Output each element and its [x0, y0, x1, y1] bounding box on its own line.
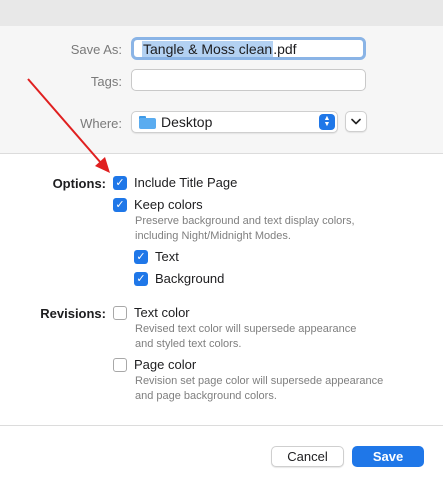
background-option[interactable]: ✓ Background [134, 271, 224, 286]
text-color-option[interactable]: Text color [113, 305, 190, 320]
page-color-checkbox[interactable] [113, 357, 127, 372]
include-title-page-option[interactable]: ✓ Include Title Page [113, 175, 237, 190]
chevron-up-down-icon: ▲ ▼ [319, 114, 335, 130]
text-checkbox[interactable]: ✓ [134, 249, 148, 264]
save-as-label: Save As: [70, 42, 122, 57]
revisions-label: Revisions: [40, 306, 106, 321]
text-color-desc-line2: and styled text colors. [135, 338, 242, 350]
page-color-option[interactable]: Page color [113, 357, 196, 372]
text-label: Text [155, 249, 179, 264]
where-value: Desktop [161, 114, 213, 130]
filename-extension: .pdf [273, 40, 297, 57]
page-color-desc-line2: and page background colors. [135, 390, 277, 402]
background-checkbox[interactable]: ✓ [134, 271, 148, 286]
page-color-description: Revision set page color will supersede a… [135, 374, 383, 404]
background-label: Background [155, 271, 225, 286]
text-color-desc-line1: Revised text color will supersede appear… [135, 323, 357, 335]
text-color-label: Text color [134, 305, 190, 320]
keep-colors-description: Preserve background and text display col… [135, 214, 355, 244]
tags-input[interactable] [131, 69, 366, 91]
where-popup[interactable]: Desktop ▲ ▼ [131, 111, 338, 133]
cancel-button[interactable]: Cancel [271, 446, 344, 467]
text-option[interactable]: ✓ Text [134, 249, 179, 264]
title-bar [0, 0, 443, 26]
keep-colors-label: Keep colors [134, 197, 203, 212]
include-title-page-checkbox[interactable]: ✓ [113, 175, 127, 190]
keep-colors-option[interactable]: ✓ Keep colors [113, 197, 203, 212]
folder-icon [139, 115, 156, 129]
divider [0, 425, 443, 426]
divider [0, 153, 443, 154]
where-label: Where: [80, 116, 122, 131]
text-color-checkbox[interactable] [113, 305, 127, 320]
keep-colors-desc-line1: Preserve background and text display col… [135, 215, 355, 227]
keep-colors-checkbox[interactable]: ✓ [113, 197, 127, 212]
text-color-description: Revised text color will supersede appear… [135, 322, 356, 352]
tags-label: Tags: [90, 74, 122, 89]
filename-selected-text: Tangle & Moss clean [142, 40, 274, 57]
chevron-down-icon [351, 118, 361, 125]
save-as-input[interactable]: Tangle & Moss clean .pdf [131, 37, 366, 60]
options-label: Options: [52, 176, 106, 191]
expand-button[interactable] [345, 111, 367, 132]
page-color-desc-line1: Revision set page color will supersede a… [135, 375, 384, 387]
save-button[interactable]: Save [352, 446, 424, 467]
page-color-label: Page color [134, 357, 197, 372]
keep-colors-desc-line2: including Night/Midnight Modes. [135, 230, 291, 242]
include-title-page-label: Include Title Page [134, 175, 238, 190]
